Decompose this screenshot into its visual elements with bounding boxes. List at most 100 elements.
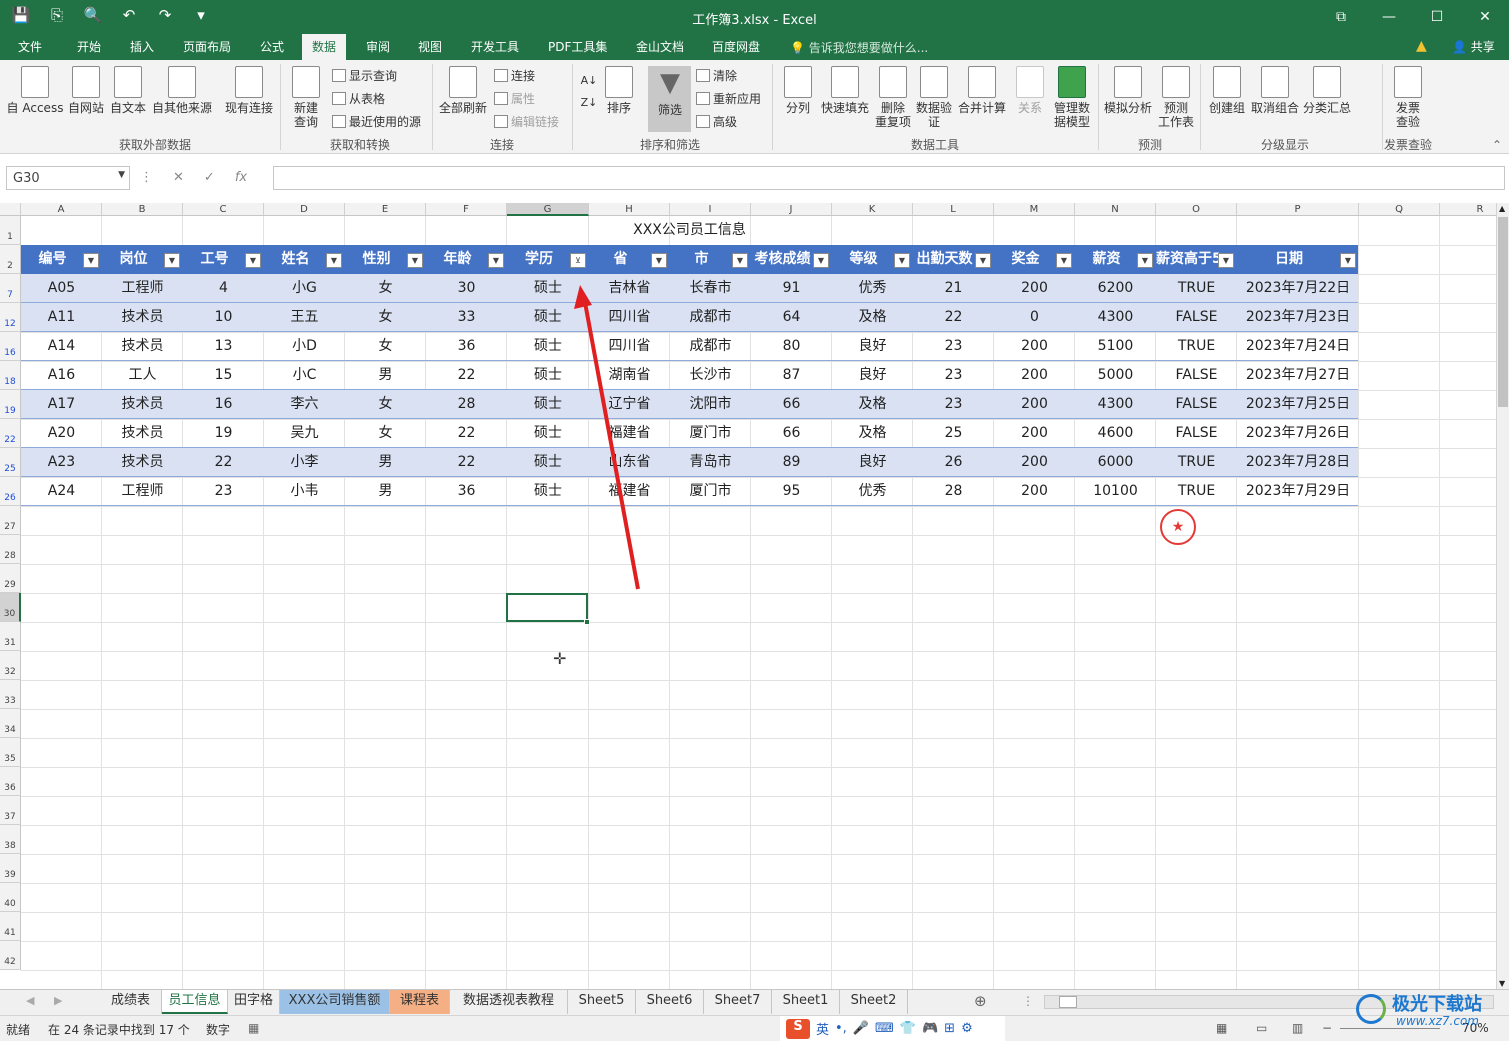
column-header-h[interactable]: H — [589, 203, 670, 216]
ribbon-display-options-icon[interactable]: ⧉ — [1317, 0, 1365, 34]
sogou-logo-icon[interactable]: S — [786, 1018, 810, 1039]
minimize-button[interactable]: — — [1365, 0, 1413, 34]
header-cell[interactable]: 等级 — [832, 245, 895, 274]
maximize-button[interactable]: ☐ — [1413, 0, 1461, 34]
row-header-1[interactable]: 1 — [0, 216, 21, 245]
column-header-l[interactable]: L — [913, 203, 994, 216]
tab-formulas[interactable]: 公式 — [260, 38, 284, 55]
consolidate-button[interactable]: 合并计算 — [956, 66, 1008, 115]
row-header-35[interactable]: 35 — [0, 738, 21, 767]
filter-dropdown-icon[interactable]: ▼ — [1218, 253, 1234, 268]
row-header-7[interactable]: 7 — [0, 274, 21, 303]
table-cell[interactable]: 及格 — [832, 303, 913, 331]
row-header-26[interactable]: 26 — [0, 477, 21, 506]
table-cell[interactable]: A17 — [21, 390, 102, 418]
table-cell[interactable]: 男 — [345, 361, 426, 389]
table-cell[interactable]: 5000 — [1075, 361, 1156, 389]
table-cell[interactable]: 女 — [345, 390, 426, 418]
column-header-i[interactable]: I — [670, 203, 751, 216]
sheet-tab[interactable]: XXX公司销售额 — [280, 990, 390, 1014]
ime-game-icon[interactable]: 🎮 — [922, 1021, 938, 1036]
table-cell[interactable]: 青岛市 — [670, 448, 751, 476]
table-cell[interactable]: 95 — [751, 477, 832, 505]
table-cell[interactable]: 23 — [913, 361, 994, 389]
row-header-40[interactable]: 40 — [0, 883, 21, 912]
table-cell[interactable]: 87 — [751, 361, 832, 389]
row-header-37[interactable]: 37 — [0, 796, 21, 825]
filter-button[interactable]: ▼ 筛选 — [650, 68, 690, 117]
row-header-28[interactable]: 28 — [0, 535, 21, 564]
table-cell[interactable]: 200 — [994, 477, 1075, 505]
from-web-button[interactable]: 自网站 — [66, 66, 106, 115]
table-cell[interactable]: 6000 — [1075, 448, 1156, 476]
header-cell[interactable]: 考核成绩 — [751, 245, 814, 274]
row-header-22[interactable]: 22 — [0, 419, 21, 448]
table-cell[interactable]: 优秀 — [832, 477, 913, 505]
table-cell[interactable]: 优秀 — [832, 274, 913, 302]
table-cell[interactable]: 10 — [183, 303, 264, 331]
table-cell[interactable]: 15 — [183, 361, 264, 389]
macro-record-icon[interactable]: ▦ — [248, 1021, 259, 1035]
recent-sources-button[interactable]: 最近使用的源 — [332, 113, 421, 130]
table-cell[interactable]: TRUE — [1156, 332, 1237, 360]
table-cell[interactable]: TRUE — [1156, 274, 1237, 302]
table-cell[interactable]: 30 — [426, 274, 507, 302]
tab-data[interactable]: 数据 — [302, 34, 347, 60]
table-cell[interactable]: A20 — [21, 419, 102, 447]
table-cell[interactable]: 沈阳市 — [670, 390, 751, 418]
table-cell[interactable]: 5100 — [1075, 332, 1156, 360]
table-cell[interactable]: 良好 — [832, 332, 913, 360]
more-options-icon[interactable]: ⋮ — [140, 170, 153, 185]
filter-dropdown-icon[interactable]: ▼ — [1137, 253, 1153, 268]
table-cell[interactable]: 小韦 — [264, 477, 345, 505]
header-cell[interactable]: 日期 — [1237, 245, 1341, 274]
filter-dropdown-icon[interactable]: ▼ — [651, 253, 667, 268]
vertical-scroll-thumb[interactable] — [1498, 217, 1508, 407]
close-button[interactable]: ✕ — [1461, 0, 1509, 34]
header-cell[interactable]: 省 — [589, 245, 652, 274]
table-cell[interactable]: 技术员 — [102, 390, 183, 418]
column-header-g[interactable]: G — [507, 203, 589, 216]
invoice-check-button[interactable]: 发票 查验 — [1388, 66, 1428, 129]
table-cell[interactable]: 女 — [345, 274, 426, 302]
table-cell[interactable]: 33 — [426, 303, 507, 331]
table-cell[interactable]: 工程师 — [102, 477, 183, 505]
sheet-tab[interactable]: 员工信息 — [162, 990, 228, 1014]
refresh-all-button[interactable]: 全部刷新 — [438, 66, 488, 115]
table-cell[interactable]: 91 — [751, 274, 832, 302]
table-cell[interactable]: 小D — [264, 332, 345, 360]
data-validation-button[interactable]: 数据验 证 — [914, 66, 954, 129]
row-header-33[interactable]: 33 — [0, 680, 21, 709]
tab-kingsoft-docs[interactable]: 金山文档 — [636, 38, 684, 55]
table-cell[interactable]: 13 — [183, 332, 264, 360]
ime-toolbox-icon[interactable]: ⊞ — [944, 1021, 955, 1036]
sheet-tab[interactable]: Sheet2 — [840, 990, 908, 1014]
table-cell[interactable]: 21 — [913, 274, 994, 302]
table-cell[interactable]: 2023年7月28日 — [1237, 448, 1359, 476]
row-header-41[interactable]: 41 — [0, 912, 21, 941]
sheet-tab[interactable]: Sheet5 — [568, 990, 636, 1014]
properties-button[interactable]: 属性 — [494, 90, 535, 107]
table-cell[interactable]: 小G — [264, 274, 345, 302]
table-cell[interactable]: 工人 — [102, 361, 183, 389]
tab-page-layout[interactable]: 页面布局 — [183, 38, 231, 55]
tab-view[interactable]: 视图 — [418, 38, 442, 55]
what-if-analysis-button[interactable]: 模拟分析 — [1102, 66, 1154, 115]
connections-button[interactable]: 连接 — [494, 67, 535, 84]
ime-settings-icon[interactable]: ⚙ — [961, 1021, 973, 1036]
column-header-o[interactable]: O — [1156, 203, 1237, 216]
table-cell[interactable]: FALSE — [1156, 303, 1237, 331]
zoom-out-icon[interactable]: − — [1322, 1021, 1332, 1035]
fill-handle[interactable] — [584, 619, 590, 625]
table-cell[interactable]: 技术员 — [102, 332, 183, 360]
column-header-r[interactable]: R — [1440, 203, 1496, 216]
column-header-n[interactable]: N — [1075, 203, 1156, 216]
table-cell[interactable]: 厦门市 — [670, 419, 751, 447]
table-cell[interactable]: 4600 — [1075, 419, 1156, 447]
table-cell[interactable]: 厦门市 — [670, 477, 751, 505]
share-button[interactable]: 👤 共享 — [1452, 38, 1495, 55]
table-cell[interactable]: 200 — [994, 274, 1075, 302]
tab-scroll-left-icon[interactable]: ◀ — [26, 994, 34, 1007]
sort-az-button[interactable]: A↓ Z↓ — [578, 70, 600, 114]
from-text-button[interactable]: 自文本 — [108, 66, 148, 115]
